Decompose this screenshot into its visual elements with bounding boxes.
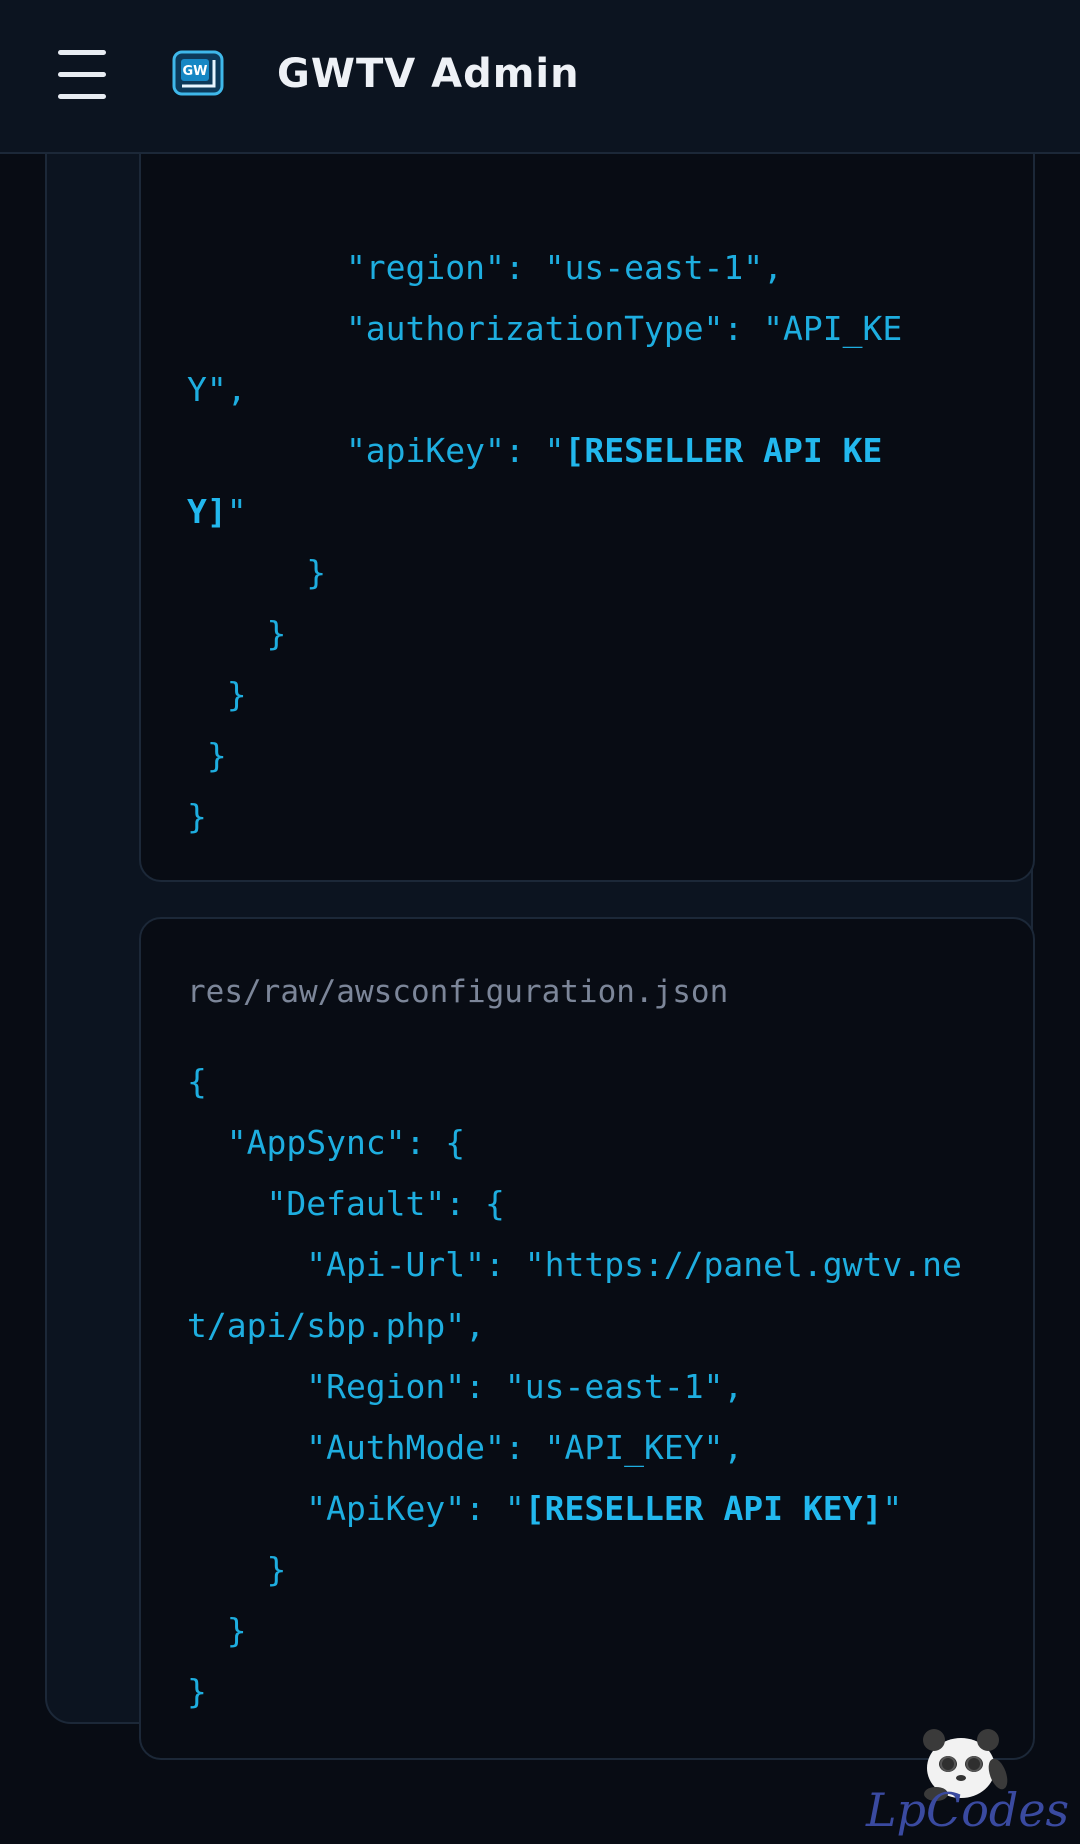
code-content: "region": "us-east-1", "authorizationTyp… — [187, 237, 902, 847]
watermark: LpCodes — [866, 1722, 1070, 1842]
watermark-text: LpCodes — [866, 1783, 1070, 1837]
code-line: "authorizationType": "API_KE — [187, 309, 903, 348]
code-highlight: [RESELLER API KE — [564, 431, 883, 470]
app-header: GW GWTV Admin — [0, 0, 1080, 154]
code-line: } — [187, 553, 327, 592]
code-line: Y", — [187, 370, 247, 409]
code-line: } — [187, 1672, 207, 1711]
code-line: } — [187, 797, 207, 836]
hamburger-menu-icon[interactable] — [58, 50, 106, 100]
file-path-label: res/raw/awsconfiguration.json — [187, 974, 729, 1010]
code-line: "ApiKey": "[RESELLER API KEY]" — [187, 1489, 903, 1528]
code-line: "AppSync": { — [187, 1123, 466, 1162]
code-line: "region": "us-east-1", — [187, 248, 784, 287]
code-line: } — [187, 614, 287, 653]
app-title: GWTV Admin — [277, 51, 580, 97]
code-highlight: Y] — [187, 492, 227, 531]
content-card: "region": "us-east-1", "authorizationTyp… — [45, 80, 1035, 1760]
code-block-awsconfiguration: res/raw/awsconfiguration.json { "AppSync… — [139, 917, 1035, 1760]
code-line: "Api-Url": "https://panel.gwtv.ne — [187, 1245, 962, 1284]
code-line: "Region": "us-east-1", — [187, 1367, 744, 1406]
code-line: { — [187, 1062, 207, 1101]
code-line: } — [187, 1550, 287, 1589]
code-line: "apiKey": "[RESELLER API KE — [187, 431, 883, 470]
code-line: } — [187, 736, 227, 775]
logo-text: GW — [182, 64, 207, 79]
code-content: { "AppSync": { "Default": { "Api-Url": "… — [187, 1051, 962, 1722]
code-highlight: [RESELLER API KEY] — [524, 1489, 883, 1528]
code-line: "AuthMode": "API_KEY", — [187, 1428, 744, 1467]
code-line: t/api/sbp.php", — [187, 1306, 486, 1345]
gwtv-logo: GW — [172, 50, 224, 96]
code-line: } — [187, 1611, 247, 1650]
code-block-appsync-config: "region": "us-east-1", "authorizationTyp… — [139, 122, 1035, 882]
code-line: } — [187, 675, 247, 714]
code-line: "Default": { — [187, 1184, 505, 1223]
code-line: Y]" — [187, 492, 247, 531]
